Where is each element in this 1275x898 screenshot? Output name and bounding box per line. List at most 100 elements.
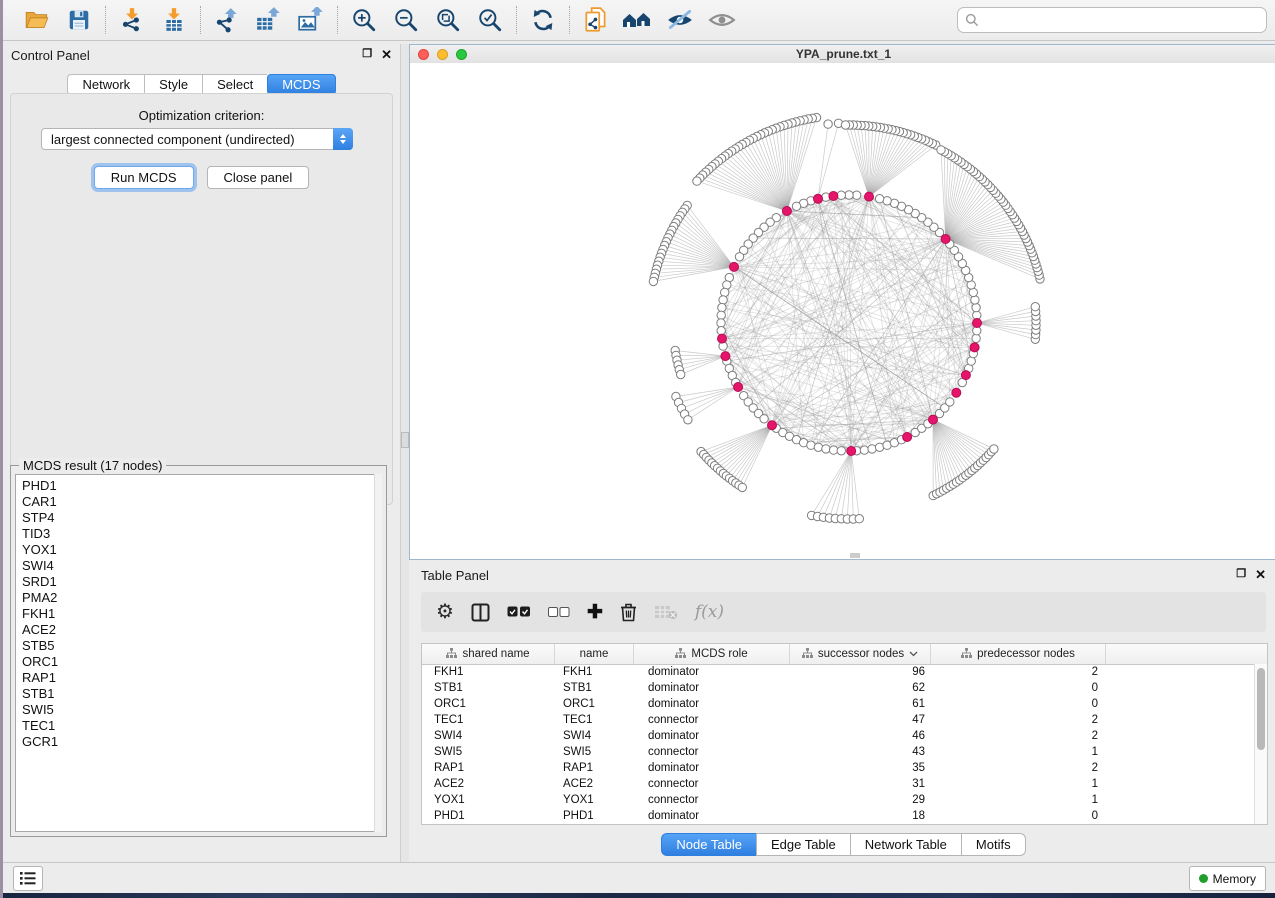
control-panel-title: Control Panel <box>11 48 90 63</box>
cell: 62 <box>790 682 931 694</box>
network-canvas[interactable] <box>410 63 1275 559</box>
mcds-result-item[interactable]: RAP1 <box>22 670 381 686</box>
tab-edge-table[interactable]: Edge Table <box>756 833 850 856</box>
cell: FKH1 <box>422 666 555 678</box>
table-row[interactable]: FKH1FKH1dominator962 <box>422 664 1255 680</box>
mcds-result-item[interactable]: PMA2 <box>22 590 381 606</box>
cell: 0 <box>931 698 1106 710</box>
close-panel-button[interactable]: Close panel <box>207 166 310 189</box>
cell: dominator <box>634 810 790 822</box>
network-hscroll-thumb[interactable] <box>850 553 860 558</box>
splitter-grip[interactable] <box>401 432 409 448</box>
zoom-in-icon[interactable] <box>348 5 380 35</box>
table-row[interactable]: SWI4SWI4dominator462 <box>422 728 1255 744</box>
delete-column-icon[interactable] <box>620 599 637 625</box>
table-settings-gear-icon[interactable]: ⚙ <box>436 599 454 625</box>
hide-selected-icon[interactable] <box>664 5 696 35</box>
table-row[interactable]: YOX1YOX1connector291 <box>422 792 1255 808</box>
table-row[interactable]: TEC1TEC1connector472 <box>422 712 1255 728</box>
cell: 0 <box>931 682 1106 694</box>
column-header-predecessor-nodes[interactable]: predecessor nodes <box>931 644 1106 664</box>
tab-style[interactable]: Style <box>144 74 202 95</box>
delete-table-icon <box>654 599 678 625</box>
float-panel-icon[interactable]: ❐ <box>362 47 372 63</box>
mcds-result-item[interactable]: PHD1 <box>22 478 381 494</box>
deselect-all-icon[interactable] <box>548 599 570 625</box>
criterion-dropdown[interactable]: largest connected component (undirected) <box>41 128 353 150</box>
mcds-result-item[interactable]: SWI5 <box>22 702 381 718</box>
memory-button[interactable]: Memory <box>1189 866 1266 891</box>
mcds-result-item[interactable]: TEC1 <box>22 718 381 734</box>
mcds-result-item[interactable]: CAR1 <box>22 494 381 510</box>
column-header-name[interactable]: name <box>555 644 634 664</box>
zoom-selected-icon[interactable] <box>474 5 506 35</box>
column-header-MCDS-role[interactable]: MCDS role <box>634 644 790 664</box>
zoom-fit-icon[interactable] <box>432 5 464 35</box>
table-toolbar: ⚙ ✚ f(x) <box>421 592 1266 632</box>
tab-select[interactable]: Select <box>202 74 267 95</box>
import-network-icon[interactable] <box>116 5 148 35</box>
cell: SWI5 <box>555 746 634 758</box>
mcds-result-item[interactable]: ORC1 <box>22 654 381 670</box>
mcds-result-item[interactable]: STP4 <box>22 510 381 526</box>
show-columns-icon[interactable] <box>471 599 490 625</box>
table-row[interactable]: RAP1RAP1dominator352 <box>422 760 1255 776</box>
mcds-result-item[interactable]: FKH1 <box>22 606 381 622</box>
export-image-icon[interactable] <box>295 5 327 35</box>
mcds-result-item[interactable]: SWI4 <box>22 558 381 574</box>
tab-network-table[interactable]: Network Table <box>850 833 961 856</box>
tab-motifs[interactable]: Motifs <box>961 833 1026 856</box>
mcds-result-item[interactable]: STB5 <box>22 638 381 654</box>
search-box[interactable] <box>957 7 1267 33</box>
export-table-icon[interactable] <box>253 5 285 35</box>
table-row[interactable]: ORC1ORC1dominator610 <box>422 696 1255 712</box>
first-neighbors-icon[interactable] <box>622 5 654 35</box>
duplicate-network-icon[interactable] <box>580 5 612 35</box>
save-session-icon[interactable] <box>63 5 95 35</box>
show-all-icon[interactable] <box>706 5 738 35</box>
mcds-result-item[interactable]: SRD1 <box>22 574 381 590</box>
network-window-titlebar[interactable]: YPA_prune.txt_1 <box>410 45 1275 64</box>
tab-mcds[interactable]: MCDS <box>267 74 335 95</box>
mcds-result-scrollbar[interactable] <box>374 474 382 832</box>
table-vscrollbar[interactable] <box>1254 664 1267 824</box>
cell: ACE2 <box>422 778 555 790</box>
column-header-successor-nodes[interactable]: successor nodes <box>790 644 931 664</box>
mcds-result-item[interactable]: STB1 <box>22 686 381 702</box>
cell: TEC1 <box>555 714 634 726</box>
mcds-result-item[interactable]: GCR1 <box>22 734 381 750</box>
hierarchy-icon <box>675 648 686 661</box>
cell: 0 <box>931 810 1106 822</box>
table-row[interactable]: ACE2ACE2connector311 <box>422 776 1255 792</box>
tab-node-table[interactable]: Node Table <box>661 833 756 856</box>
zoom-out-icon[interactable] <box>390 5 422 35</box>
table-vscroll-thumb[interactable] <box>1257 668 1265 750</box>
import-table-icon[interactable] <box>158 5 190 35</box>
table-row[interactable]: SWI5SWI5connector431 <box>422 744 1255 760</box>
function-builder-icon: f(x) <box>695 599 724 625</box>
search-input[interactable] <box>984 12 1259 28</box>
mcds-result-item[interactable]: YOX1 <box>22 542 381 558</box>
column-header-shared-name[interactable]: shared name <box>422 644 555 664</box>
table-row[interactable]: STB1STB1dominator620 <box>422 680 1255 696</box>
task-history-button[interactable] <box>13 866 43 891</box>
close-table-panel-icon[interactable]: ✕ <box>1255 567 1266 583</box>
table-row[interactable]: PHD1PHD1dominator180 <box>422 808 1255 824</box>
create-column-icon[interactable]: ✚ <box>587 599 603 625</box>
refresh-icon[interactable] <box>527 5 559 35</box>
mcds-result-item[interactable]: TID3 <box>22 526 381 542</box>
mcds-result-list[interactable]: PHD1CAR1STP4TID3YOX1SWI4SRD1PMA2FKH1ACE2… <box>15 474 382 832</box>
cell: 2 <box>931 714 1106 726</box>
run-mcds-button[interactable]: Run MCDS <box>94 166 194 189</box>
memory-status-icon <box>1199 874 1208 883</box>
cell: 2 <box>931 666 1106 678</box>
close-panel-icon[interactable]: ✕ <box>381 47 392 63</box>
select-all-icon[interactable] <box>507 599 531 625</box>
table-tabs: Node TableEdge TableNetwork TableMotifs <box>409 833 1275 856</box>
node-table-header: shared namenameMCDS rolesuccessor nodesp… <box>422 644 1267 665</box>
open-session-icon[interactable] <box>21 5 53 35</box>
mcds-result-item[interactable]: ACE2 <box>22 622 381 638</box>
tab-network[interactable]: Network <box>67 74 144 95</box>
export-network-icon[interactable] <box>211 5 243 35</box>
float-table-panel-icon[interactable]: ❐ <box>1236 567 1246 583</box>
